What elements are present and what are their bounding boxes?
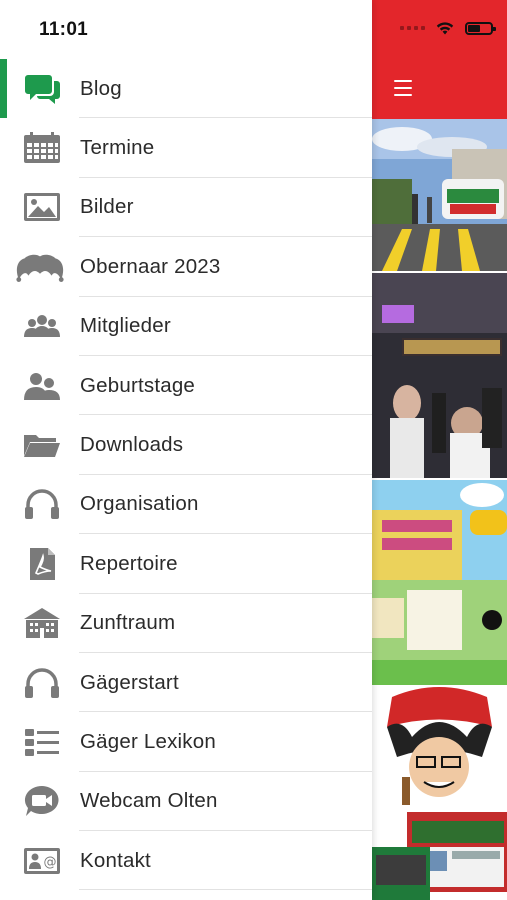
menu-item-gaeger-lexikon[interactable]: Gäger Lexikon (0, 712, 372, 773)
menu-item-termine[interactable]: Termine (0, 118, 372, 179)
contact-card-icon: @ (20, 843, 64, 879)
picture-icon (20, 189, 64, 225)
menu-item-label: Repertoire (80, 551, 178, 575)
status-icons (400, 20, 496, 36)
menu-item-label: Organisation (80, 492, 199, 516)
menu-item-label: Downloads (80, 433, 184, 457)
menu-item-label: Zunftraum (80, 611, 176, 635)
main-content-pane (372, 0, 507, 900)
menu-item-organisation[interactable]: Organisation (0, 475, 372, 535)
jester-hat-icon (12, 249, 68, 285)
thumbnail-event-poster[interactable] (372, 480, 507, 685)
thumbnail-mascot-caricature[interactable] (372, 687, 507, 805)
thumbnail-street-festival[interactable] (372, 119, 507, 271)
cellular-signal-icon (400, 26, 425, 30)
wifi-icon (436, 22, 454, 35)
app-header (372, 0, 507, 119)
two-persons-icon (20, 368, 64, 404)
drawer-menu: Blog Termine Bilder Obernaar 2023 Mitgli… (0, 59, 372, 891)
menu-item-label: Gägerstart (80, 670, 179, 694)
menu-item-webcam-olten[interactable]: Webcam Olten (0, 772, 372, 832)
thumbnail-website-collage[interactable] (372, 807, 507, 900)
menu-item-downloads[interactable]: Downloads (0, 415, 372, 476)
navigation-drawer: 11:01 Blog Termine Bilder Obernaar 2023 … (0, 0, 372, 900)
hamburger-menu-icon[interactable] (394, 80, 412, 96)
menu-item-mitglieder[interactable]: Mitglieder (0, 297, 372, 357)
status-time: 11:01 (39, 19, 89, 40)
calendar-icon (20, 130, 64, 166)
menu-item-obernaar-2023[interactable]: Obernaar 2023 (0, 237, 372, 297)
menu-item-gaegerstart[interactable]: Gägerstart (0, 653, 372, 713)
menu-item-label: Mitglieder (80, 314, 171, 338)
group-icon (20, 308, 64, 344)
video-camera-icon (20, 783, 64, 819)
thumbnail-party-crowd[interactable] (372, 273, 507, 478)
menu-item-label: Termine (80, 136, 155, 160)
headphones-icon (20, 486, 64, 522)
pdf-icon (20, 546, 64, 582)
menu-item-label: Kontakt (80, 848, 151, 872)
menu-item-label: Bilder (80, 195, 134, 219)
menu-item-label: Blog (80, 76, 122, 100)
menu-item-label: Gäger Lexikon (80, 729, 216, 753)
svg-text:@: @ (44, 855, 57, 870)
menu-item-bilder[interactable]: Bilder (0, 178, 372, 238)
folder-icon (20, 427, 64, 463)
headphones-icon (20, 665, 64, 701)
building-icon (20, 605, 64, 641)
battery-icon (465, 21, 496, 35)
chat-bubbles-icon (20, 71, 64, 107)
menu-item-zunftraum[interactable]: Zunftraum (0, 594, 372, 654)
menu-item-blog[interactable]: Blog (0, 59, 372, 119)
menu-item-label: Webcam Olten (80, 789, 218, 813)
menu-item-geburtstage[interactable]: Geburtstage (0, 356, 372, 416)
list-icon (20, 724, 64, 760)
menu-item-repertoire[interactable]: Repertoire (0, 534, 372, 594)
menu-item-label: Geburtstage (80, 373, 196, 397)
menu-item-kontakt[interactable]: @ Kontakt (0, 831, 372, 891)
menu-item-label: Obernaar 2023 (80, 254, 221, 278)
